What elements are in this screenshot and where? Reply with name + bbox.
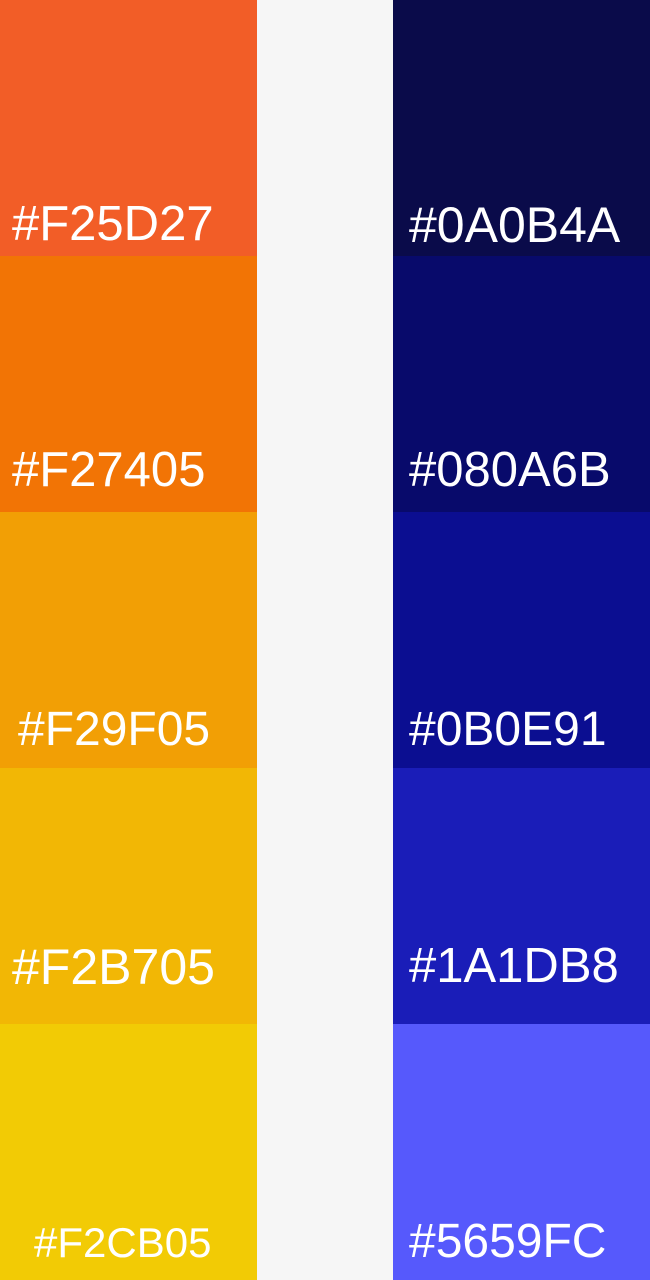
swatch-orange-red: #F25D27 [0,0,257,256]
swatch-royal-blue: #1A1DB8 [393,768,650,1024]
swatch-label: #F25D27 [12,197,214,251]
swatch-gold: #F2B705 [0,768,257,1024]
swatch-label: #080A6B [409,443,611,497]
swatch-label: #1A1DB8 [409,939,619,993]
swatch-label: #5659FC [409,1215,607,1268]
swatch-label: #F2B705 [12,939,215,995]
palette-cool: #0A0B4A #080A6B #0B0E91 #1A1DB8 #5659FC [393,0,650,1280]
swatch-label: #F29F05 [18,703,211,756]
swatch-midnight-blue: #0A0B4A [393,0,650,256]
swatch-amber: #F29F05 [0,512,257,768]
swatch-label: #F27405 [12,443,206,497]
palette-warm: #F25D27 #F27405 #F29F05 #F2B705 #F2CB05 [0,0,257,1280]
swatch-orange: #F27405 [0,256,257,512]
swatch-navy: #080A6B [393,256,650,512]
swatch-yellow: #F2CB05 [0,1024,257,1280]
swatch-label: #0B0E91 [409,703,607,756]
swatch-periwinkle: #5659FC [393,1024,650,1280]
swatch-label: #F2CB05 [34,1219,212,1266]
swatch-label: #0A0B4A [409,197,621,253]
swatch-dark-blue: #0B0E91 [393,512,650,768]
